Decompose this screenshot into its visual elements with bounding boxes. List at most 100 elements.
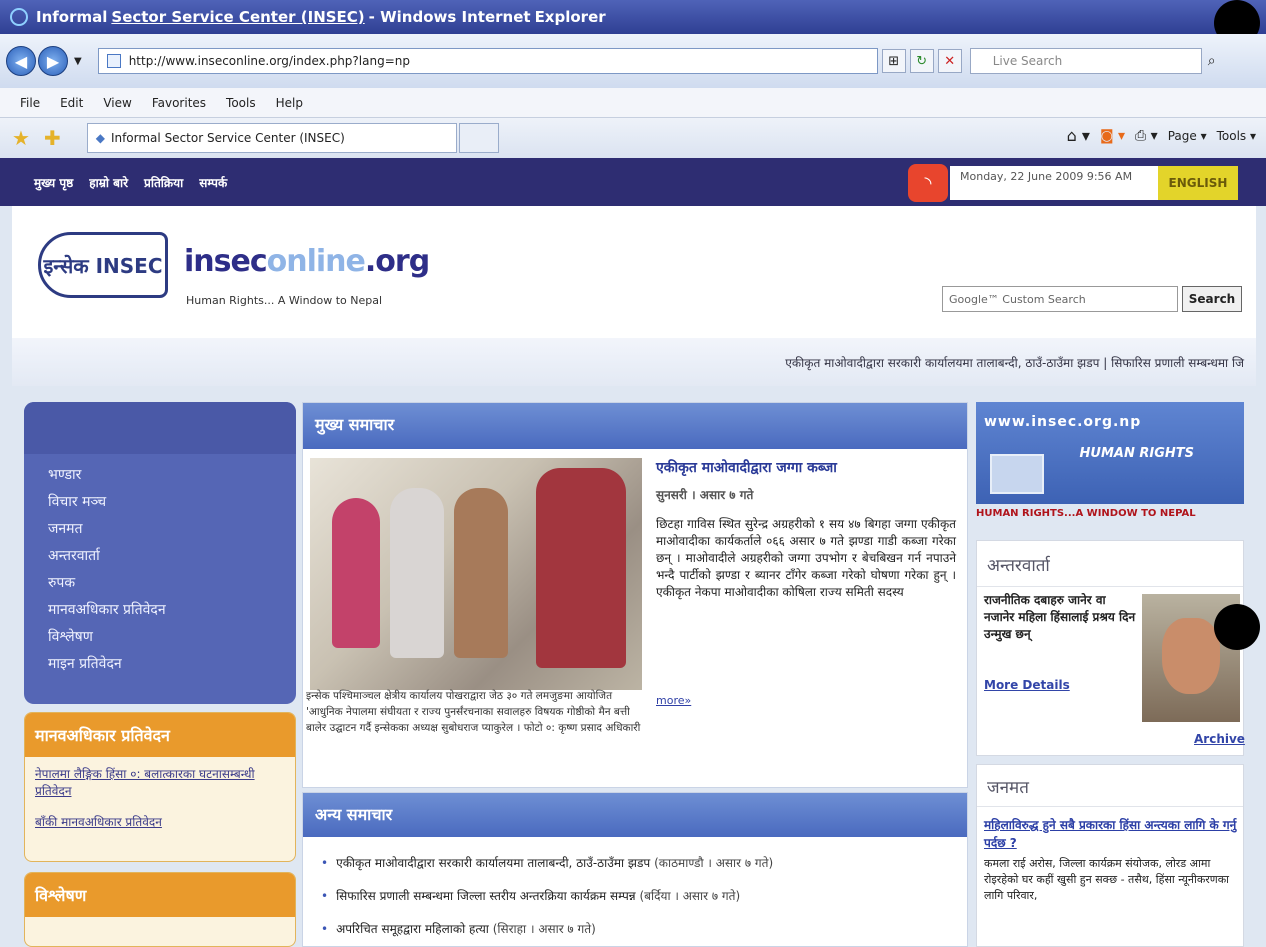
left-sidebar-nav: भण्डार विचार मञ्च जनमत अन्तरवार्ता रुपक … bbox=[24, 402, 296, 704]
sidebar-item-interview[interactable]: अन्तरवार्ता bbox=[48, 543, 296, 570]
window-title-3: - Windows Internet bbox=[368, 8, 531, 26]
story-body: छिटहा गाविस स्थित सुरेन्द्र अग्रहरीको १ … bbox=[656, 517, 956, 599]
date-display: Monday, 22 June 2009 9:56 AM bbox=[950, 166, 1158, 200]
url-field[interactable]: http://www.inseconline.org/index.php?lan… bbox=[97, 48, 878, 74]
stop-button[interactable]: ✕ bbox=[937, 49, 962, 73]
sidebar-item-poll[interactable]: जनमत bbox=[48, 516, 296, 543]
history-dropdown-icon[interactable]: ▼ bbox=[74, 56, 82, 67]
insec-logo[interactable]: इन्सेक INSEC bbox=[38, 232, 168, 298]
insec-banner[interactable]: www.insec.org.np HUMAN RIGHTS bbox=[976, 402, 1244, 504]
hr-report-more-link[interactable]: बाँकी मानवअधिकार प्रतिवेदन bbox=[35, 813, 285, 830]
story-title[interactable]: एकीकृत माओवादीद्वारा जग्गा कब्जा bbox=[656, 458, 956, 477]
search-button[interactable]: Search bbox=[1182, 286, 1242, 312]
tools-menu[interactable]: Tools ▾ bbox=[1217, 129, 1256, 143]
news-item-text: सिफारिस प्रणाली सम्बन्धमा जिल्ला स्तरीय … bbox=[336, 889, 636, 903]
sidebar-item-mine-report[interactable]: माइन प्रतिवेदन bbox=[48, 651, 296, 678]
sidebar-item-feature[interactable]: रुपक bbox=[48, 570, 296, 597]
tab-label: Informal Sector Service Center (INSEC) bbox=[110, 131, 345, 145]
custom-search-input[interactable]: Google™ Custom Search bbox=[942, 286, 1178, 312]
news-item-text: एकीकृत माओवादीद्वारा सरकारी कार्यालयमा त… bbox=[336, 856, 651, 870]
compat-view-button[interactable]: ⊞ bbox=[881, 49, 906, 73]
nav-about[interactable]: हाम्रो बारे bbox=[89, 174, 128, 191]
sidebar-item-hr-report[interactable]: मानवअधिकार प्रतिवेदन bbox=[48, 597, 296, 624]
photo-person bbox=[332, 498, 380, 648]
refresh-button[interactable]: ↻ bbox=[909, 49, 934, 73]
computer-icon bbox=[990, 454, 1044, 494]
banner-url: www.insec.org.np bbox=[984, 414, 1142, 430]
menu-help[interactable]: Help bbox=[276, 96, 303, 110]
page-icon bbox=[106, 54, 121, 68]
site-header bbox=[12, 206, 1256, 356]
list-item[interactable]: • सिफारिस प्रणाली सम्बन्धमा जिल्ला स्तरीय… bbox=[321, 880, 967, 913]
live-search-field[interactable]: Live Search bbox=[969, 48, 1202, 74]
favorites-star-icon[interactable]: ★ bbox=[12, 126, 30, 150]
window-title-2: Sector Service Center (INSEC) bbox=[111, 8, 365, 26]
hr-report-title: मानवअधिकार प्रतिवेदन bbox=[25, 713, 295, 757]
brand-insec: insec bbox=[184, 244, 268, 279]
nav-contact[interactable]: सम्पर्क bbox=[199, 174, 227, 191]
archive-link[interactable]: Archive bbox=[1194, 732, 1245, 746]
sidebar-item-archive[interactable]: भण्डार bbox=[48, 462, 296, 489]
main-news-heading: मुख्य समाचार bbox=[303, 403, 967, 449]
news-photo[interactable] bbox=[310, 458, 642, 690]
photo-person bbox=[454, 488, 508, 658]
menu-file[interactable]: File bbox=[20, 96, 40, 110]
other-news-heading: अन्य समाचार bbox=[303, 793, 967, 837]
nav-feedback[interactable]: प्रतिक्रिया bbox=[144, 174, 183, 191]
brand-org: .org bbox=[364, 244, 430, 279]
news-item-date: (सिराहा । असार ७ गते) bbox=[492, 922, 596, 936]
feeds-icon[interactable]: ◙ ▾ bbox=[1100, 128, 1125, 144]
interview-title: अन्तरवार्ता bbox=[977, 541, 1243, 587]
window-title-4: Explorer bbox=[534, 8, 606, 26]
forward-button[interactable]: ▶ bbox=[38, 46, 68, 76]
site-brand[interactable]: inseconline.org bbox=[184, 244, 430, 279]
window-title-1: Informal bbox=[36, 8, 108, 26]
search-icon[interactable]: ⌕ bbox=[1208, 53, 1216, 69]
print-icon[interactable]: ⎙ ▾ bbox=[1135, 128, 1158, 144]
list-item[interactable]: • एकीकृत माओवादीद्वारा सरकारी कार्यालयमा … bbox=[321, 847, 967, 880]
news-item-text: अपरिचित समूहद्वारा महिलाको हत्या bbox=[336, 922, 489, 936]
sidebar-item-analysis[interactable]: विश्लेषण bbox=[48, 624, 296, 651]
new-tab-button[interactable] bbox=[458, 123, 499, 153]
sidebar-item-opinion[interactable]: विचार मञ्च bbox=[48, 489, 296, 516]
url-text: http://www.inseconline.org/index.php?lan… bbox=[128, 54, 410, 68]
menu-view[interactable]: View bbox=[103, 96, 131, 110]
command-bar: ⌂ ▾ ◙ ▾ ⎙ ▾ Page ▾ Tools ▾ bbox=[1067, 126, 1256, 145]
story-dateline: सुनसरी । असार ७ गते bbox=[656, 488, 754, 502]
redaction-dot bbox=[1214, 604, 1260, 650]
photo-person bbox=[390, 488, 444, 658]
poll-question-link[interactable]: महिलाविरुद्ध हुने सबै प्रकारका हिंसा अन्… bbox=[984, 816, 1240, 852]
list-item[interactable]: • अपरिचित समूहद्वारा महिलाको हत्या (सिराह… bbox=[321, 913, 967, 946]
home-icon[interactable]: ⌂ ▾ bbox=[1067, 126, 1090, 145]
menu-bar: File Edit View Favorites Tools Help bbox=[0, 88, 1266, 118]
news-ticker[interactable]: एकीकृत माओवादीद्वारा सरकारी कार्यालयमा त… bbox=[12, 338, 1256, 386]
banner-tag: HUMAN RIGHTS bbox=[1079, 446, 1194, 461]
rss-icon[interactable]: ◝ bbox=[908, 164, 948, 202]
bullet-icon: • bbox=[321, 889, 329, 903]
bullet-icon: • bbox=[321, 922, 329, 936]
ie-logo-icon bbox=[10, 8, 28, 26]
tab-bar: ★ ✚ ◆ Informal Sector Service Center (IN… bbox=[0, 118, 1266, 158]
back-button[interactable]: ◀ bbox=[6, 46, 36, 76]
browser-tab[interactable]: ◆ Informal Sector Service Center (INSEC) bbox=[86, 123, 457, 153]
photo-person bbox=[536, 468, 626, 668]
sidebar-header bbox=[24, 402, 296, 454]
add-favorites-icon[interactable]: ✚ bbox=[44, 126, 61, 150]
photo-caption: इन्सेक पश्चिमाञ्चल क्षेत्रीय कार्यालय पो… bbox=[306, 690, 641, 734]
nav-home[interactable]: मुख्य पृष्ठ bbox=[34, 174, 73, 191]
language-toggle-button[interactable]: ENGLISH bbox=[1158, 166, 1238, 200]
more-details-link[interactable]: More Details bbox=[984, 678, 1070, 692]
menu-tools[interactable]: Tools bbox=[226, 96, 256, 110]
poll-title: जनमत bbox=[977, 765, 1243, 807]
ticker-text: एकीकृत माओवादीद्वारा सरकारी कार्यालयमा त… bbox=[785, 355, 1244, 370]
menu-edit[interactable]: Edit bbox=[60, 96, 83, 110]
hr-report-item-link[interactable]: नेपालमा लैङ्गिक हिंसा ०: बलात्कारका घटना… bbox=[35, 765, 285, 799]
more-link[interactable]: more» bbox=[656, 694, 691, 707]
bullet-icon: • bbox=[321, 856, 329, 870]
photo-face bbox=[1162, 618, 1220, 694]
banner-footer: HUMAN RIGHTS...A WINDOW TO NEPAL bbox=[976, 508, 1196, 519]
news-item-date: (काठमाण्डौ । असार ७ गते) bbox=[654, 856, 774, 870]
page-menu[interactable]: Page ▾ bbox=[1168, 129, 1207, 143]
live-search-placeholder: Live Search bbox=[992, 54, 1063, 68]
menu-favorites[interactable]: Favorites bbox=[152, 96, 206, 110]
